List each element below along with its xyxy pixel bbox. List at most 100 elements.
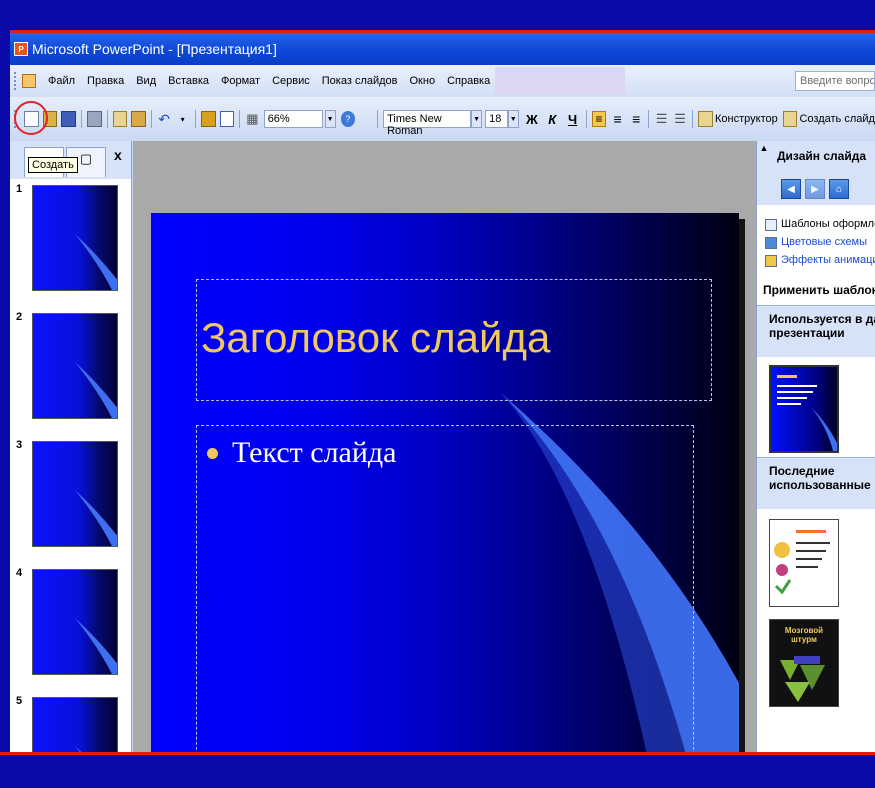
slide-thumbnail-row[interactable]: 4: [10, 567, 132, 677]
new-slide-button[interactable]: Создать слайд: [799, 113, 874, 125]
paste-icon[interactable]: [131, 111, 146, 127]
slide-thumbnail-row[interactable]: 3: [10, 439, 132, 549]
slide-thumbnail[interactable]: [32, 569, 118, 675]
standard-toolbar: ↶ ▾ ▦ 66% ▼ ? Times New Roman ▼ 18 ▼ Ж К…: [10, 97, 875, 141]
slide-thumbnail-row[interactable]: 1: [10, 183, 132, 293]
color-schemes-link[interactable]: Цветовые схемы: [757, 233, 875, 251]
home-icon[interactable]: ⌂: [829, 179, 849, 199]
slides-pane: ▢ x Создать 1 2 3 4 5: [10, 141, 132, 752]
font-select[interactable]: Times New Roman: [383, 110, 472, 137]
animation-effects-link[interactable]: Эффекты анимации: [757, 251, 875, 269]
font-dropdown-icon[interactable]: ▼: [471, 110, 483, 128]
menu-view[interactable]: Вид: [130, 73, 162, 89]
menu-insert[interactable]: Вставка: [162, 73, 215, 89]
scroll-up-icon[interactable]: ▲: [757, 141, 771, 155]
current-template-thumbnail[interactable]: [769, 365, 839, 453]
forward-icon[interactable]: ▶: [805, 179, 825, 199]
menu-help[interactable]: Справка: [441, 73, 496, 89]
menu-window[interactable]: Окно: [404, 73, 442, 89]
grid-icon[interactable]: ▦: [245, 111, 260, 127]
slide-thumbnail-row[interactable]: 5: [10, 695, 132, 752]
slide-thumbnail[interactable]: [32, 185, 118, 291]
toolbar-separator: [377, 110, 379, 128]
toolbar-separator: [585, 110, 587, 128]
thumbnail-curve: [75, 234, 117, 290]
menu-highlight-area: [495, 67, 625, 95]
toolbar-separator: [80, 110, 82, 128]
designer-button[interactable]: Конструктор: [715, 113, 778, 125]
designer-icon[interactable]: [698, 111, 714, 127]
font-size-dropdown-icon[interactable]: ▼: [507, 110, 519, 128]
slide-thumbnail[interactable]: [32, 441, 118, 547]
menu-slideshow[interactable]: Показ слайдов: [316, 73, 404, 89]
title-placeholder[interactable]: Заголовок слайда: [196, 279, 712, 401]
body-placeholder[interactable]: Текст слайда: [196, 425, 694, 752]
thumbnail-curve: [75, 362, 117, 418]
powerpoint-window: P Microsoft PowerPoint - [Презентация1] …: [10, 30, 875, 752]
italic-button[interactable]: К: [544, 111, 560, 127]
used-templates-header: Используется в данной презентации: [757, 305, 875, 357]
recent-templates-header: Последние использованные: [757, 457, 875, 509]
recent-templates-area: Мозговой штурм: [757, 509, 875, 709]
slide-number: 4: [16, 567, 23, 579]
bold-button[interactable]: Ж: [524, 111, 540, 127]
new-button-highlight-circle: [14, 101, 48, 135]
copy-icon[interactable]: [112, 111, 128, 127]
close-icon[interactable]: x: [114, 147, 122, 163]
title-bar: P Microsoft PowerPoint - [Презентация1]: [10, 33, 875, 65]
back-icon[interactable]: ◀: [781, 179, 801, 199]
help-question-input[interactable]: Введите вопрос: [795, 71, 875, 91]
undo-dropdown-icon[interactable]: ▾: [175, 111, 190, 127]
menu-format[interactable]: Формат: [215, 73, 266, 89]
menu-file[interactable]: Файл: [42, 73, 81, 89]
font-size-select[interactable]: 18: [485, 110, 508, 128]
new-slide-icon[interactable]: [782, 111, 798, 127]
window-title: Microsoft PowerPoint - [Презентация1]: [32, 41, 277, 57]
undo-icon[interactable]: ↶: [157, 111, 172, 127]
menu-tools[interactable]: Сервис: [266, 73, 316, 89]
task-pane-nav: ◀ ▶ ⌂: [757, 173, 875, 205]
design-templates-link[interactable]: Шаблоны оформления: [757, 215, 875, 233]
align-right-icon[interactable]: ≡: [629, 111, 644, 127]
slide-number: 3: [16, 439, 23, 451]
powerpoint-app-icon: P: [14, 42, 28, 56]
zoom-dropdown-icon[interactable]: ▼: [324, 110, 336, 128]
current-slide[interactable]: Заголовок слайда Текст слайда: [151, 213, 739, 752]
brainstorm-template-thumbnail[interactable]: Мозговой штурм: [769, 619, 839, 707]
link-label: Шаблоны оформления: [781, 218, 875, 230]
slide-body-text: Текст слайда: [232, 436, 397, 469]
bullet-list-icon[interactable]: ☰: [673, 111, 688, 127]
slide-body: Текст слайда: [207, 436, 397, 470]
task-pane: Дизайн слайда ◀ ▶ ⌂ Шаблоны оформления Ц…: [756, 141, 875, 752]
slide-thumbnail[interactable]: [32, 313, 118, 419]
recent-template-thumbnail[interactable]: [769, 519, 839, 607]
align-center-icon[interactable]: ≡: [610, 111, 625, 127]
template-lines: [777, 375, 837, 451]
zoom-select[interactable]: 66%: [263, 110, 323, 128]
recent-header-line: Последние: [769, 464, 835, 478]
slide-thumbnail[interactable]: [32, 697, 118, 752]
create-tooltip: Создать: [28, 157, 78, 173]
used-header-line: Используется в данной: [769, 312, 875, 326]
used-header-line: презентации: [769, 326, 845, 340]
slide-number: 5: [16, 695, 23, 707]
print-icon[interactable]: [86, 111, 102, 127]
underline-button[interactable]: Ч: [564, 111, 580, 127]
color-scheme-icon: [765, 237, 777, 249]
apply-template-label: Применить шаблон: [763, 283, 875, 297]
save-icon[interactable]: [61, 111, 76, 127]
used-templates-area: [757, 357, 875, 457]
document-icon[interactable]: [22, 74, 36, 88]
menu-edit[interactable]: Правка: [81, 73, 130, 89]
thumbnail-curve: [75, 618, 117, 674]
help-icon[interactable]: ?: [340, 111, 356, 127]
insert-chart-icon[interactable]: [200, 111, 216, 127]
insert-table-icon[interactable]: [219, 111, 235, 127]
numbered-list-icon[interactable]: ☰: [654, 111, 669, 127]
toolbar-separator: [692, 110, 694, 128]
brainstorm-template-label: Мозговой штурм: [784, 626, 824, 644]
slide-thumbnail-row[interactable]: 2: [10, 311, 132, 421]
align-left-icon[interactable]: ≡: [591, 111, 607, 127]
